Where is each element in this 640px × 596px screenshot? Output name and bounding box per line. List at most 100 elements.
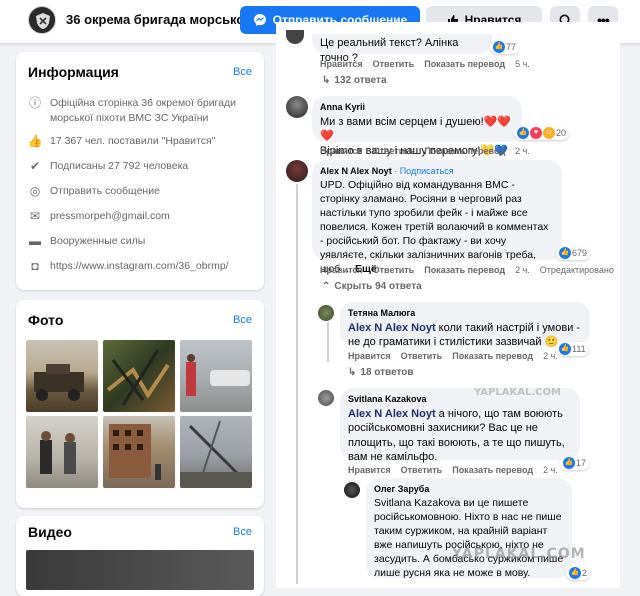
watermark: YAPLAKAL.COM	[474, 387, 561, 398]
translate-link[interactable]: Показать перевод	[424, 59, 505, 69]
info-message-row[interactable]: ◎ Отправить сообщение	[28, 184, 160, 199]
watermark: YAPLAKAL.COM	[452, 546, 586, 562]
messenger-icon: ◎	[29, 183, 41, 198]
reaction-number: 17	[576, 458, 587, 468]
avatar[interactable]	[344, 482, 360, 498]
photo-thumbnail[interactable]	[26, 340, 98, 412]
photo-thumbnail[interactable]	[103, 416, 175, 488]
photo-thumbnail[interactable]	[26, 416, 98, 488]
reply-link[interactable]: Ответить	[373, 265, 415, 275]
comment-time[interactable]: 2 ч.	[515, 146, 530, 156]
info-send-message[interactable]: Отправить сообщение	[50, 184, 160, 199]
instagram-icon: ◘	[31, 258, 39, 273]
reaction-number: 77	[506, 42, 517, 52]
photos-card: Фото Все	[16, 300, 264, 508]
follow-link[interactable]: · Подписаться	[394, 166, 453, 176]
like-link[interactable]: Нравится	[320, 146, 363, 156]
video-card: Видео Все	[16, 516, 264, 596]
reaction-number: 679	[572, 248, 588, 258]
reply-bubble-svitlana: Svitlana Kazakova Alex N Alex Noyt а ніч…	[340, 388, 580, 463]
thread-line	[327, 322, 329, 362]
reply-arrow-icon: ↳	[348, 367, 357, 378]
reaction-count[interactable]: 👍 2	[566, 566, 591, 580]
reply-arrow-icon: ↳	[322, 75, 331, 86]
info-followers-row: ✔ Подписаны 27 792 человека	[28, 159, 188, 174]
info-email[interactable]: pressmorpeh@gmail.com	[50, 209, 170, 224]
care-reaction-icon: ☺	[543, 127, 555, 139]
reply-link[interactable]: Ответить	[373, 59, 415, 69]
video-see-all-link[interactable]: Все	[233, 526, 252, 538]
translate-link[interactable]: Показать перевод	[424, 146, 505, 156]
info-see-all-link[interactable]: Все	[233, 66, 252, 78]
reply-bubble-tetiana: Тетяна Малюга Alex N Alex Noyt коли таки…	[340, 302, 590, 348]
comment-actions: Нравится Ответить Показать перевод 2 ч.	[348, 351, 558, 361]
fallen-pole-image	[180, 420, 252, 488]
photo-thumbnail[interactable]	[180, 416, 252, 488]
comment-time[interactable]: 2 ч.	[543, 465, 558, 475]
like-link[interactable]: Нравится	[348, 351, 391, 361]
avatar[interactable]	[286, 96, 308, 118]
avatar[interactable]	[318, 390, 334, 406]
damaged-building-image	[109, 424, 161, 480]
mention-link[interactable]: Alex N Alex Noyt	[348, 322, 436, 334]
like-reaction-icon: 👍	[559, 247, 571, 259]
reply-bubble-oleg: Олег Заруба Svitlana Kazakova ви це пише…	[366, 478, 572, 579]
messenger-icon	[253, 14, 266, 26]
info-category-row[interactable]: ▬ Вооруженные силы	[28, 234, 145, 249]
hide-replies-link[interactable]: ⌃ Скрыть 94 ответа	[322, 281, 422, 292]
mention-link[interactable]: Alex N Alex Noyt	[348, 408, 436, 420]
comment-author[interactable]: Alex N Alex Noyt	[320, 166, 392, 176]
info-card: Информация Все ⓘ Офіційна сторінка 36 ок…	[16, 52, 264, 290]
like-link[interactable]: Нравится	[348, 465, 391, 475]
comment-actions: Нравится Ответить Показать перевод 2 ч.	[348, 465, 558, 475]
page-avatar[interactable]	[28, 6, 56, 34]
view-replies-link[interactable]: ↳ 18 ответов	[348, 367, 414, 378]
info-category[interactable]: Вооруженные силы	[50, 234, 145, 249]
like-link[interactable]: Нравится	[320, 265, 363, 275]
comment-bubble-anna: Anna Kyrii Ми з вами всім серцем і душею…	[312, 96, 522, 157]
comment-time[interactable]: 5 ч.	[515, 59, 530, 69]
page-title[interactable]: 36 окрема бригада морсько...	[66, 12, 255, 27]
like-link[interactable]: Нравится	[320, 59, 363, 69]
reaction-count[interactable]: 👍 ♥ ☺ 20	[514, 126, 570, 140]
translate-link[interactable]: Показать перевод	[452, 465, 533, 475]
like-reaction-icon: 👍	[517, 127, 529, 139]
info-instagram-row[interactable]: ◘ https://www.instagram.com/36_obrmp/	[28, 258, 229, 274]
video-thumbnail[interactable]	[26, 550, 254, 590]
photo-thumbnail[interactable]	[103, 340, 175, 412]
comment-actions: Нравится Ответить Показать перевод 2 ч. …	[320, 265, 614, 275]
replies-count: 18 ответов	[360, 367, 414, 378]
shield-logo-icon	[36, 13, 50, 29]
translate-link[interactable]: Показать перевод	[452, 351, 533, 361]
comment-author[interactable]: Тетяна Малюга	[348, 306, 582, 321]
comment-time[interactable]: 2 ч.	[543, 351, 558, 361]
reaction-count[interactable]: 👍 17	[560, 456, 590, 470]
avatar[interactable]	[286, 160, 308, 182]
reaction-count[interactable]: 👍 111	[556, 342, 589, 356]
reaction-number: 20	[556, 128, 567, 138]
thread-line	[296, 184, 298, 584]
info-instagram[interactable]: https://www.instagram.com/36_obrmp/	[50, 259, 229, 274]
comment-author[interactable]: Олег Заруба	[374, 482, 564, 496]
comment-text: Svitlana Kazakova ви це пишете російсько…	[374, 497, 564, 579]
reaction-count[interactable]: 👍 77	[490, 40, 520, 54]
info-title: Информация	[28, 64, 119, 80]
comment-time[interactable]: 2 ч.	[515, 265, 530, 275]
info-email-row[interactable]: ✉ pressmorpeh@gmail.com	[28, 209, 170, 224]
reaction-count[interactable]: 👍 679	[556, 246, 591, 260]
comment-bubble-top: Це реальний текст? Алінка точно ?	[312, 34, 492, 64]
reply-link[interactable]: Ответить	[401, 351, 443, 361]
reply-link[interactable]: Ответить	[373, 146, 415, 156]
comment-author[interactable]: Anna Kyrii	[320, 100, 514, 115]
reply-link[interactable]: Ответить	[401, 465, 443, 475]
photos-see-all-link[interactable]: Все	[233, 314, 252, 326]
comment-line-1: Ми з вами всім серцем і душею!❤️❤️❤️	[320, 115, 512, 143]
translate-link[interactable]: Показать перевод	[424, 265, 505, 275]
view-replies-link[interactable]: ↳ 132 ответа	[322, 75, 387, 86]
info-circle-icon: ⓘ	[28, 95, 41, 110]
info-description: Офіційна сторінка 36 окремої бригади мор…	[50, 97, 236, 124]
avatar[interactable]	[318, 305, 334, 321]
comment-actions: Нравится Ответить Показать перевод 2 ч.	[320, 146, 530, 156]
photo-thumbnail[interactable]	[180, 340, 252, 412]
like-reaction-icon: 👍	[569, 567, 581, 579]
